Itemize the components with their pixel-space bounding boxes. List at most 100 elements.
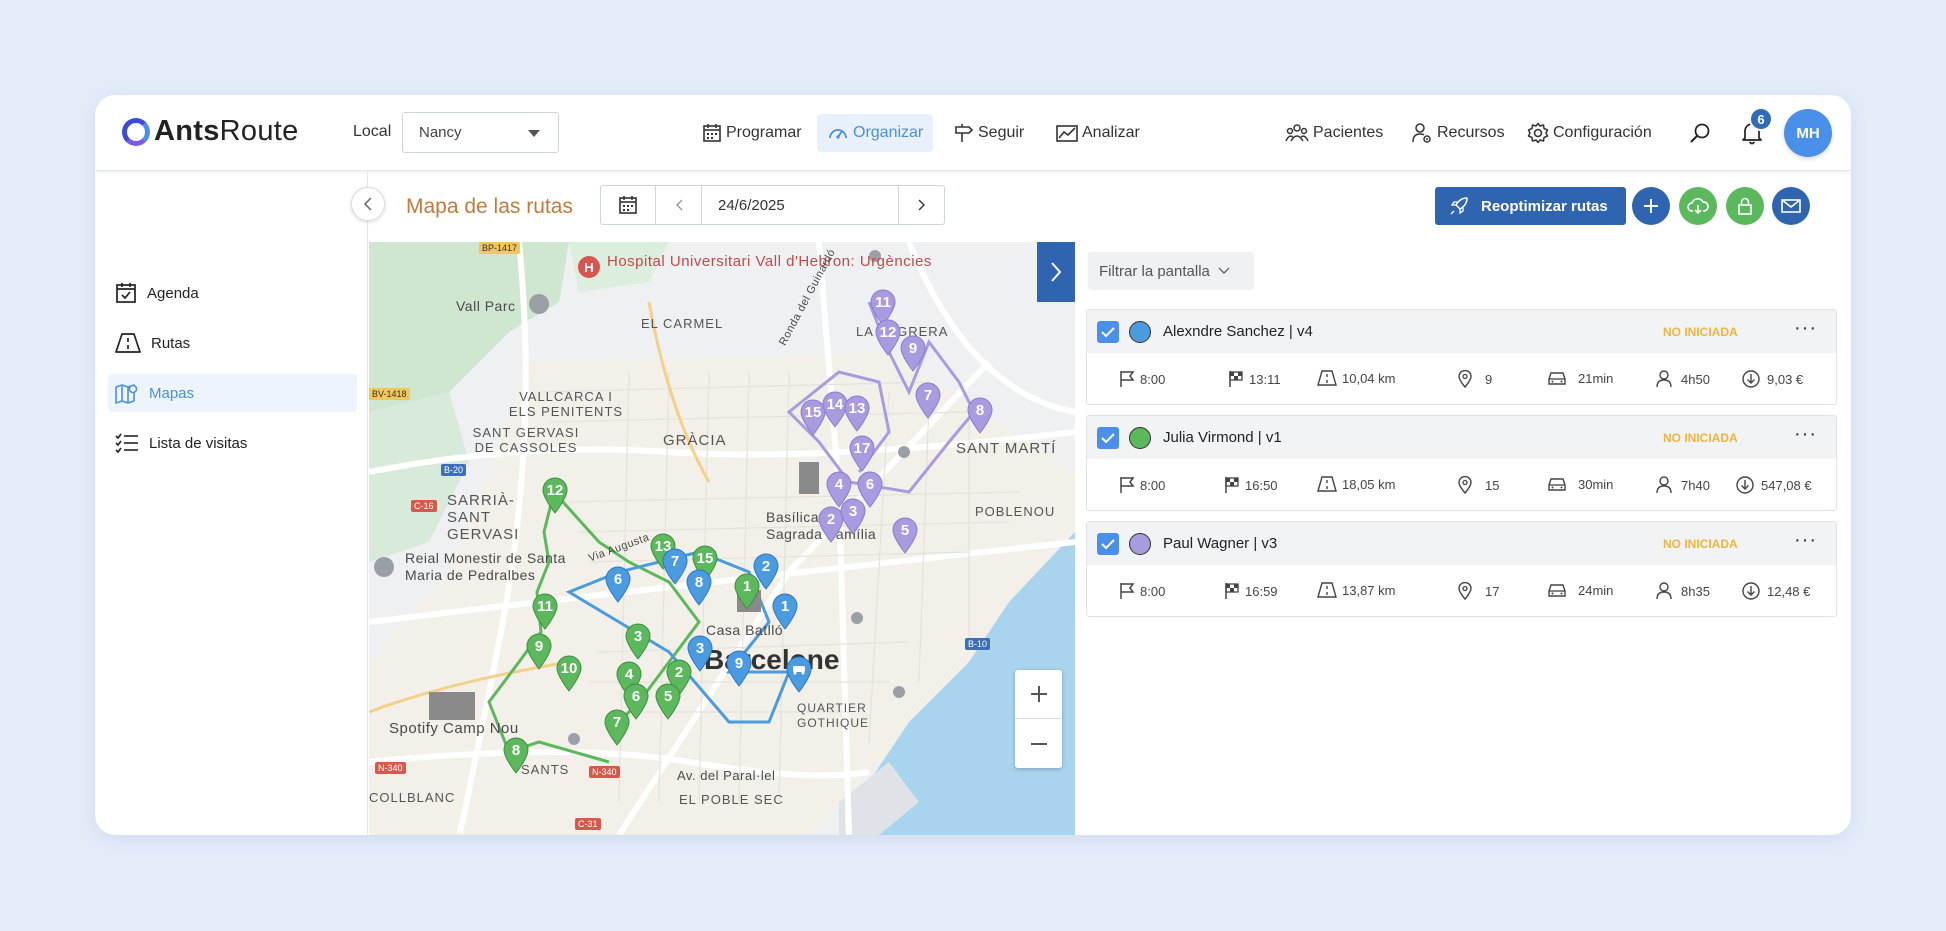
nav-seguir[interactable]: Seguir <box>944 114 1034 152</box>
map-pin-blue[interactable]: 9 <box>725 649 753 687</box>
depot-marker[interactable] <box>785 655 813 693</box>
map-pin-green[interactable]: 5 <box>654 682 682 720</box>
top-bar: AntsRoute Local Nancy Programar Organiza… <box>95 95 1851 171</box>
reoptimize-button[interactable]: Reoptimizar rutas <box>1435 187 1626 225</box>
map-pin-green[interactable]: 12 <box>541 476 569 514</box>
nav-pacientes[interactable]: Pacientes <box>1285 114 1383 152</box>
search-button[interactable] <box>1684 117 1716 149</box>
route-card[interactable]: Julia Virmond | v1 NO INICIADA ··· 8:00 … <box>1086 415 1837 511</box>
check-icon <box>1101 433 1115 444</box>
lock-button[interactable] <box>1726 187 1764 225</box>
check-icon <box>1101 539 1115 550</box>
map-pin-blue[interactable]: 3 <box>686 634 714 672</box>
map-pin-purple[interactable]: 7 <box>914 381 942 419</box>
stat-time: 7h40 <box>1656 476 1710 494</box>
calendar-picker-button[interactable] <box>601 186 656 224</box>
map-pin-blue[interactable]: 6 <box>604 565 632 603</box>
chevron-right-icon <box>918 199 925 211</box>
route-map[interactable]: H Hospital Universitari Vall d'Hebron: U… <box>369 242 1075 835</box>
calendar-check-icon <box>116 283 136 303</box>
map-label-poble-sec: EL POBLE SEC <box>679 792 784 807</box>
map-pin-purple[interactable]: 8 <box>966 396 994 434</box>
next-day-button[interactable] <box>899 186 944 224</box>
filter-dropdown[interactable]: Filtrar la pantalla <box>1088 252 1254 290</box>
map-pin-green[interactable]: 3 <box>624 622 652 660</box>
resources-icon <box>1412 123 1431 143</box>
route-color-dot <box>1129 321 1151 343</box>
sidebar-item-rutas[interactable]: Rutas <box>108 324 357 362</box>
notification-badge: 6 <box>1749 107 1773 131</box>
sidebar-item-agenda[interactable]: Agenda <box>108 274 357 312</box>
road-tag: C-16 <box>411 500 437 512</box>
map-pin-purple[interactable]: 5 <box>891 516 919 554</box>
map-pin-blue[interactable]: 1 <box>771 592 799 630</box>
caret-down-icon <box>528 130 540 137</box>
map-pin-purple[interactable]: 9 <box>899 334 927 372</box>
sidebar-item-lista-visitas[interactable]: Lista de visitas <box>108 424 357 462</box>
sidebar-item-mapas[interactable]: Mapas <box>108 374 357 412</box>
map-pin-green[interactable]: 7 <box>603 708 631 746</box>
map-label-gracia: GRÀCIA <box>663 432 727 449</box>
previous-day-button[interactable] <box>656 186 702 224</box>
stat-end: 16:50 <box>1224 476 1278 494</box>
email-button[interactable] <box>1772 187 1810 225</box>
nav-configuracion[interactable]: Configuración <box>1527 114 1652 152</box>
more-options-button[interactable]: ··· <box>1794 317 1817 340</box>
route-card[interactable]: Paul Wagner | v3 NO INICIADA ··· 8:00 16… <box>1086 521 1837 617</box>
route-checkbox[interactable] <box>1097 321 1119 343</box>
map-pin-green[interactable]: 10 <box>555 654 583 692</box>
stat-distance: 10,04 km <box>1317 370 1395 386</box>
avatar[interactable]: MH <box>1784 109 1832 157</box>
map-pin-purple[interactable]: 3 <box>839 497 867 535</box>
status-badge: NO INICIADA <box>1663 325 1738 339</box>
chevron-down-icon <box>1218 267 1230 274</box>
nav-analizar-label: Analizar <box>1082 124 1140 141</box>
road-icon <box>1317 582 1337 598</box>
envelope-icon <box>1781 199 1801 213</box>
route-card[interactable]: Alexndre Sanchez | v4 NO INICIADA ··· 8:… <box>1086 309 1837 405</box>
map-pin-purple[interactable]: 17 <box>848 434 876 472</box>
collapse-sidebar-button[interactable] <box>351 187 385 221</box>
map-pin-blue[interactable]: 8 <box>685 568 713 606</box>
date-value[interactable]: 24/6/2025 <box>702 186 899 224</box>
car-icon <box>1548 372 1566 385</box>
sidebar-item-agenda-label: Agenda <box>147 284 199 302</box>
route-name: Paul Wagner | v3 <box>1163 535 1278 552</box>
map-pin-green[interactable]: 11 <box>531 592 559 630</box>
zoom-in-button[interactable] <box>1015 670 1062 719</box>
map-pin-purple[interactable]: 12 <box>874 318 902 356</box>
stat-start: 8:00 <box>1119 370 1165 388</box>
map-panel-toggle[interactable] <box>1037 242 1075 302</box>
map-pin-purple[interactable]: 13 <box>843 394 871 432</box>
zoom-out-button[interactable] <box>1015 719 1062 768</box>
map-icon <box>115 384 138 404</box>
map-label-hospital: Hospital Universitari Vall d'Hebron: Urg… <box>607 253 932 270</box>
local-select[interactable]: Nancy <box>402 112 559 153</box>
route-checkbox[interactable] <box>1097 427 1119 449</box>
plus-icon <box>1030 686 1047 702</box>
route-stats: 8:00 16:59 13,87 km 17 24min 8h35 12,48 … <box>1087 565 1836 617</box>
more-options-button[interactable]: ··· <box>1794 529 1817 552</box>
nav-analizar[interactable]: Analizar <box>1046 114 1150 152</box>
nav-programar[interactable]: Programar <box>692 114 812 152</box>
map-pin-green[interactable]: 8 <box>502 736 530 774</box>
stat-cost: 12,48 € <box>1742 582 1810 600</box>
road-tag: BV-1418 <box>369 388 410 400</box>
person-icon <box>1656 582 1672 600</box>
nav-recursos[interactable]: Recursos <box>1411 114 1505 152</box>
route-checkbox[interactable] <box>1097 533 1119 555</box>
map-label-reial-monestir: Reial Monestir de Santa Maria de Pedralb… <box>405 550 566 583</box>
stat-end: 13:11 <box>1228 370 1281 388</box>
map-pin-blue[interactable]: 2 <box>752 552 780 590</box>
add-button[interactable] <box>1632 187 1670 225</box>
logo[interactable]: AntsRoute <box>122 115 299 148</box>
more-options-button[interactable]: ··· <box>1794 423 1817 446</box>
road-tag: B-20 <box>441 464 467 476</box>
road-tag: C-31 <box>575 818 601 830</box>
map-pin-green[interactable]: 9 <box>525 632 553 670</box>
date-navigator: 24/6/2025 <box>600 185 945 225</box>
nav-organizar[interactable]: Organizar <box>817 114 934 152</box>
cloud-download-button[interactable] <box>1679 187 1717 225</box>
route-stats: 8:00 13:11 10,04 km 9 21min 4h50 9,03 € <box>1087 353 1836 405</box>
arrow-down-circle-icon <box>1742 582 1760 600</box>
